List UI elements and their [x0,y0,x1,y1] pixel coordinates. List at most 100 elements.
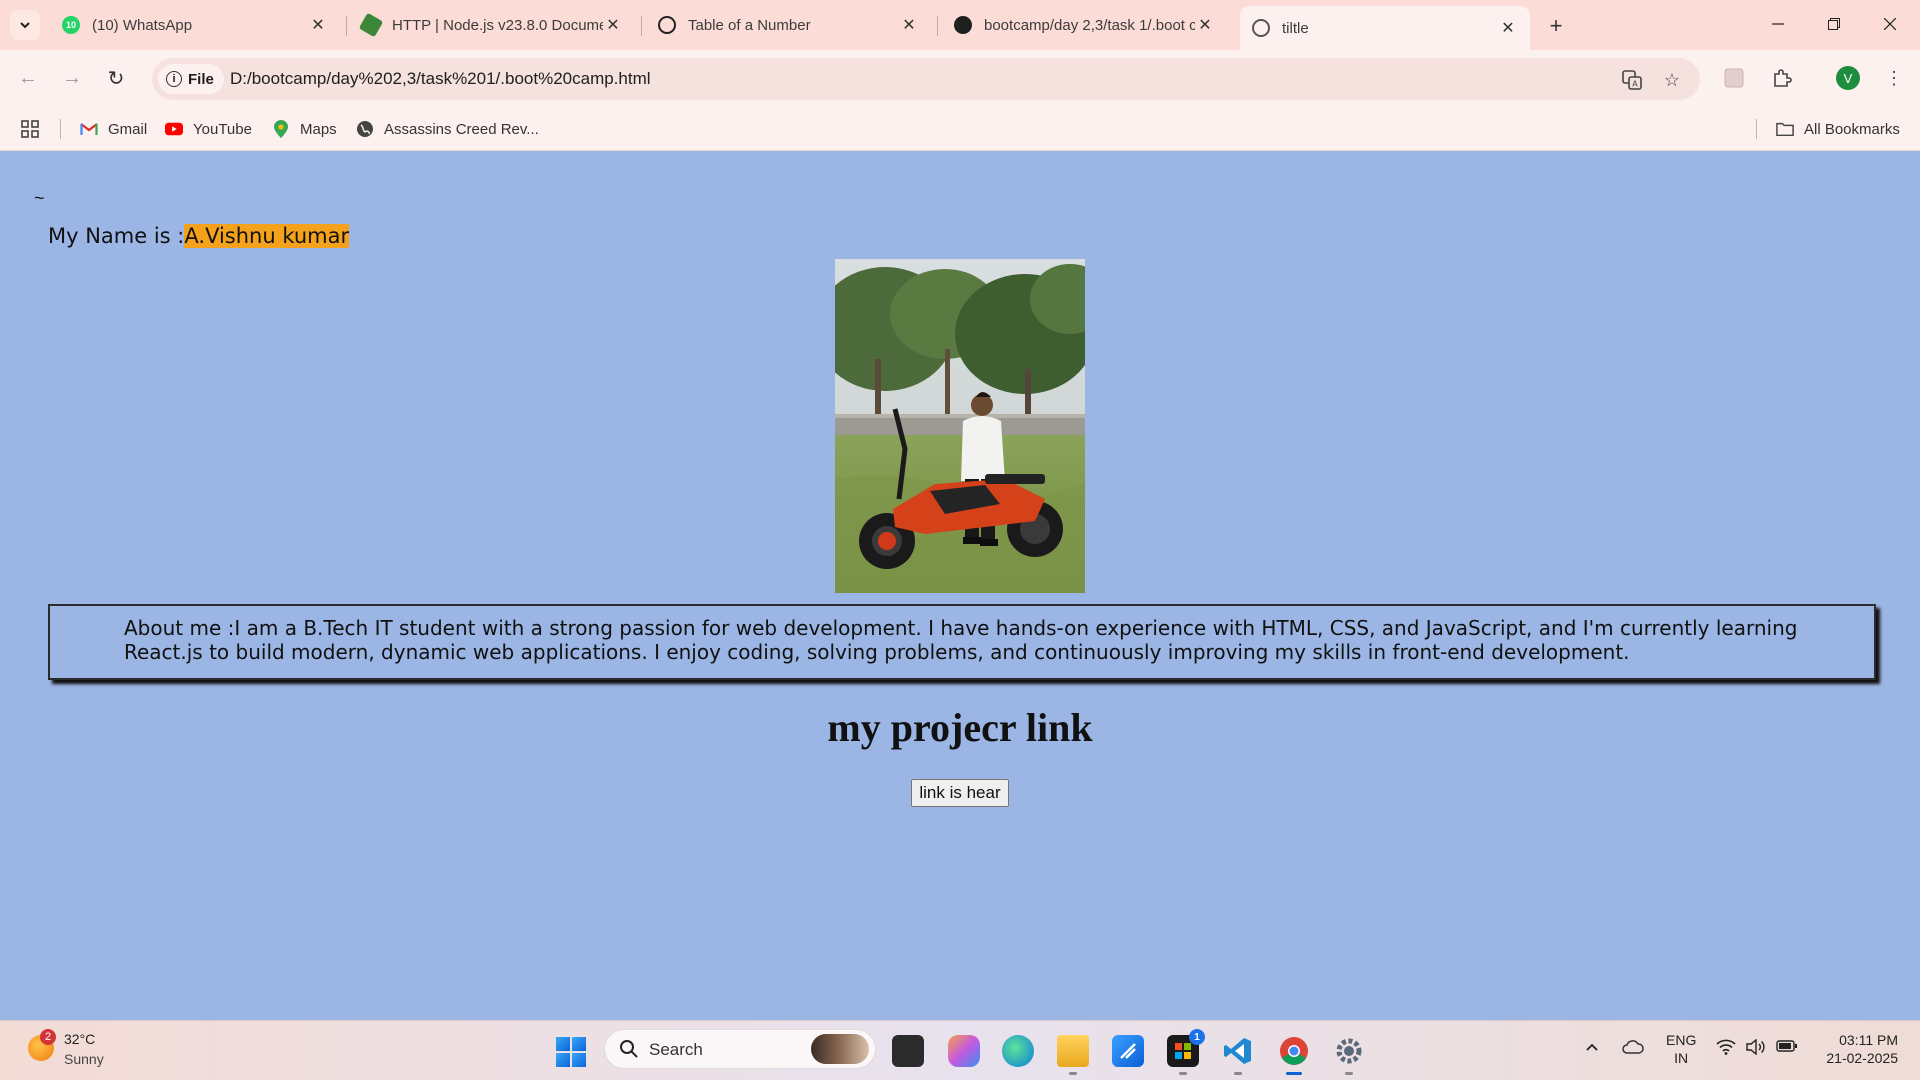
address-url[interactable]: D:/bootcamp/day%202,3/task%201/.boot%20c… [230,69,651,89]
language-bottom: IN [1674,1050,1689,1066]
apps-button[interactable] [20,117,40,141]
tab-separator [937,16,938,36]
tab-whatsapp[interactable]: 10 (10) WhatsApp ✕ [50,6,340,44]
profile-avatar[interactable]: V [1836,66,1860,90]
arrow-left-icon: ← [18,66,38,89]
youtube-icon [165,120,183,138]
windows-start-icon[interactable] [556,1037,586,1067]
bookmark-star-icon[interactable]: ☆ [1660,68,1684,92]
reload-button[interactable]: ↻ [100,62,132,94]
new-tab-button[interactable]: + [1542,12,1570,40]
forward-button[interactable]: → [56,62,88,94]
site-info-chip[interactable]: i File [158,64,224,94]
chrome-icon[interactable] [1278,1035,1310,1075]
onedrive-sync-icon[interactable] [1622,1039,1644,1060]
weather-condition: Sunny [64,1051,104,1067]
close-window-button[interactable] [1862,0,1918,48]
copilot-icon[interactable] [948,1035,980,1067]
restore-button[interactable] [1806,0,1862,48]
tab-tiltle[interactable]: tiltle ✕ [1240,6,1530,50]
weather-temp: 32°C [64,1031,96,1047]
battery-icon[interactable] [1776,1039,1798,1058]
tab-separator [641,16,642,36]
github-icon [954,16,972,34]
close-icon[interactable]: ✕ [1195,15,1215,35]
clock-date: 21-02-2025 [1826,1050,1898,1066]
about-me-box: About me :I am a B.Tech IT student with … [48,604,1876,680]
close-icon[interactable]: ✕ [1498,18,1518,38]
globe-icon [1252,19,1270,37]
search-label: Search [649,1040,703,1059]
chevron-down-icon [20,22,30,29]
edge-icon[interactable] [1002,1035,1034,1067]
folder-icon [1776,120,1794,138]
bookmark-label: Maps [300,120,337,138]
info-icon: i [166,71,182,87]
browser-toolbar: ← → ↻ i File D:/bootcamp/day%202,3/task%… [0,50,1920,107]
search-icon [619,1039,639,1065]
name-line: My Name is :A.Vishnu kumar [48,224,350,248]
restore-icon [1828,18,1840,30]
vscode-icon[interactable] [1222,1035,1254,1075]
volume-icon[interactable] [1746,1038,1766,1060]
close-icon[interactable]: ✕ [899,15,919,35]
nodejs-icon [358,12,384,38]
chevron-up-icon[interactable] [1584,1039,1600,1060]
name-prefix: My Name is : [48,224,185,248]
windows-taskbar: 2 32°C Sunny Search 1 ENG IN 03:11 PM 21… [0,1020,1920,1080]
search-highlight-image [811,1034,869,1064]
extensions-icon[interactable] [1768,64,1796,92]
weather-badge: 2 [40,1029,56,1045]
name-highlight: A.Vishnu kumar [184,224,350,248]
bookmark-gmail[interactable]: Gmail [80,117,147,141]
bookmark-label: Assassins Creed Rev... [384,120,539,138]
tab-title: Table of a Number [688,16,811,34]
close-icon[interactable]: ✕ [308,15,328,35]
tab-strip: 10 (10) WhatsApp ✕ HTTP | Node.js v23.8.… [0,0,1920,50]
app-icon[interactable] [1112,1035,1144,1067]
whatsapp-icon: 10 [62,16,80,34]
close-icon[interactable]: ✕ [603,15,623,35]
apps-grid-icon [21,120,39,138]
tab-nodejs-docs[interactable]: HTTP | Node.js v23.8.0 Documentation ✕ [350,6,635,44]
svg-text:A: A [1632,80,1638,89]
page-content: ~ My Name is :A.Vishnu kumar About me:I… [0,152,1920,1020]
file-explorer-icon[interactable] [1057,1035,1089,1075]
bookmark-assassins-creed[interactable]: Assassins Creed Rev... [356,117,539,141]
language-indicator[interactable]: ENG IN [1666,1031,1696,1067]
bookmark-youtube[interactable]: YouTube [165,117,252,141]
close-icon [1884,18,1896,30]
tab-search-button[interactable] [10,10,40,40]
bookmarks-separator [1756,119,1757,139]
site-info-label: File [188,70,214,88]
bookmarks-bar: Gmail YouTube Maps Assassins Creed Rev..… [0,107,1920,151]
bookmark-label: Gmail [108,120,148,138]
minimize-button[interactable] [1750,0,1806,48]
profile-photo [835,259,1085,593]
back-button[interactable]: ← [12,62,44,94]
all-bookmarks-button[interactable]: All Bookmarks [1776,117,1900,141]
tab-title: bootcamp/day 2,3/task 1/.boot camp.html [984,16,1195,34]
translate-icon[interactable]: A [1620,68,1644,92]
maps-icon [272,120,290,138]
clock-time: 03:11 PM [1839,1032,1898,1048]
system-clock[interactable]: 03:11 PM 21-02-2025 [1818,1031,1898,1067]
reload-icon: ↻ [107,67,125,90]
bookmarks-separator [60,119,61,139]
project-link-button[interactable]: link is hear [911,779,1009,807]
tab-github[interactable]: bootcamp/day 2,3/task 1/.boot camp.html … [942,6,1227,44]
task-view-icon[interactable] [892,1035,924,1067]
wifi-icon[interactable] [1716,1039,1736,1060]
address-bar[interactable]: i File D:/bootcamp/day%202,3/task%201/.b… [152,58,1700,100]
microsoft-store-icon[interactable]: 1 [1167,1029,1205,1075]
tab-table-of-number[interactable]: Table of a Number ✕ [646,6,931,44]
globe-icon [356,120,374,138]
settings-gear-icon[interactable] [1333,1035,1365,1075]
tilde-text: ~ [34,188,45,208]
taskbar-search[interactable]: Search [604,1029,876,1069]
bookmark-maps[interactable]: Maps [272,117,337,141]
gmail-icon [80,120,98,138]
menu-kebab-icon[interactable]: ⋮ [1880,64,1908,92]
all-bookmarks-label: All Bookmarks [1804,120,1900,138]
tab-thumbnail-icon[interactable] [1720,64,1748,92]
